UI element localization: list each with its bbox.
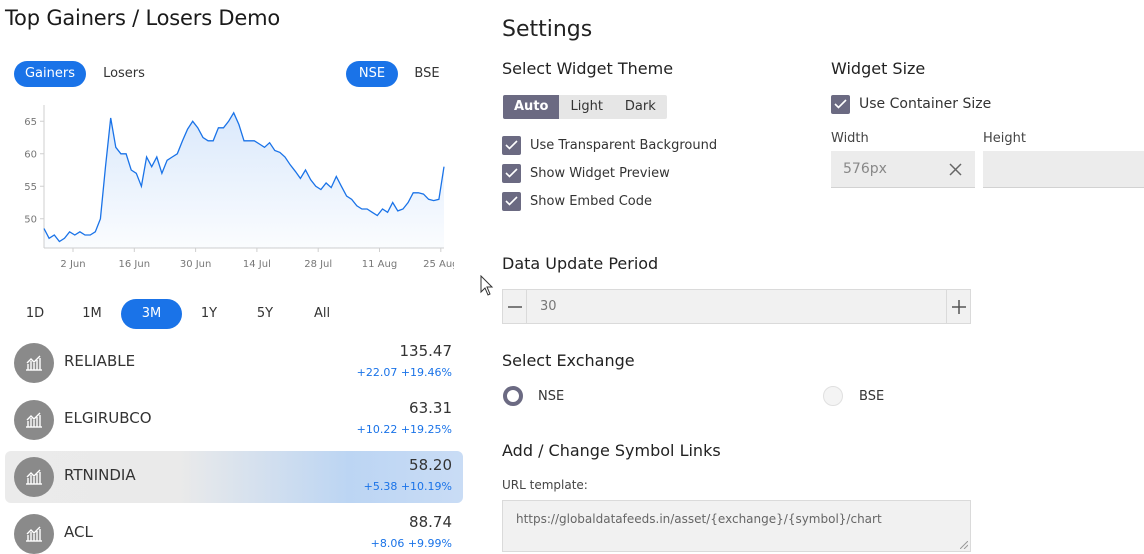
y-tick-label: 55 (24, 182, 37, 193)
theme-heading: Select Widget Theme (502, 59, 674, 78)
stock-symbol: RELIABLE (64, 352, 136, 370)
theme-light[interactable]: Light (559, 95, 613, 119)
stock-row[interactable]: ELGIRUBCO 63.31 +10.22 +19.25% (5, 394, 463, 446)
minus-icon (507, 305, 522, 308)
y-tick-label: 60 (24, 149, 37, 160)
widget-size-heading: Widget Size (831, 59, 926, 78)
width-field[interactable]: 576px (831, 151, 975, 188)
stock-change: +8.06 +9.99% (370, 537, 452, 550)
container-size-checkbox[interactable]: Use Container Size (831, 93, 991, 115)
tab-nse[interactable]: NSE (346, 61, 398, 87)
range-5y[interactable]: 5Y (245, 299, 285, 329)
stock-row[interactable]: ACL 88.74 +8.06 +9.99% (5, 508, 463, 554)
stock-symbol: ACL (64, 523, 93, 541)
settings-panel: Settings Select Widget Theme Auto Light … (502, 0, 1144, 554)
stock-row-highlighted[interactable]: RTNINDIA 58.20 +5.38 +10.19% (5, 451, 463, 503)
stock-symbol: RTNINDIA (64, 466, 136, 484)
stock-symbol: ELGIRUBCO (64, 409, 152, 427)
stock-price: 88.74 (409, 513, 452, 531)
tab-bse[interactable]: BSE (402, 61, 452, 87)
range-1d[interactable]: 1D (15, 299, 55, 329)
stock-price: 135.47 (399, 342, 453, 360)
range-3m[interactable]: 3M (121, 299, 182, 329)
transparent-bg-checkbox[interactable]: Use Transparent Background (502, 134, 717, 156)
check-icon (831, 94, 850, 114)
exchange-heading: Select Exchange (502, 351, 635, 370)
url-template-value: https://globaldatafeeds.in/asset/{exchan… (516, 512, 882, 526)
symbol-links-heading: Add / Change Symbol Links (502, 441, 721, 460)
update-period-stepper: 30 (502, 289, 971, 324)
height-field[interactable] (983, 151, 1144, 188)
stock-row[interactable]: RELIABLE 135.47 +22.07 +19.46% (5, 337, 463, 389)
x-axis: 2 Jun 16 Jun 30 Jun 14 Jul 28 Jul 11 Aug 25 Au… (44, 247, 454, 270)
price-chart: 65 60 55 50 2 Jun 16 Jun 30 Jun 14 Jul 28 Jul 11… (14, 100, 454, 280)
y-tick-label: 50 (24, 214, 37, 225)
url-template-label: URL template: (502, 478, 588, 492)
check-icon (502, 163, 521, 183)
x-tick-label: 25 Aug (423, 259, 454, 270)
update-period-heading: Data Update Period (502, 254, 659, 273)
widget-preview-panel: Top Gainers / Losers Demo Gainers Losers… (0, 0, 470, 554)
y-tick-label: 65 (24, 117, 37, 128)
widget-preview-checkbox[interactable]: Show Widget Preview (502, 162, 670, 184)
x-tick-label: 28 Jul (304, 259, 332, 270)
increment-button[interactable] (946, 290, 970, 323)
widget-title: Top Gainers / Losers Demo (5, 6, 281, 30)
x-tick-label: 30 Jun (180, 259, 212, 270)
exchange-bse-radio[interactable] (823, 386, 843, 406)
widget-preview-label: Show Widget Preview (530, 165, 670, 181)
height-label: Height (983, 131, 1026, 146)
range-1m[interactable]: 1M (72, 299, 112, 329)
stock-price: 63.31 (409, 399, 452, 417)
exchange-nse-radio[interactable] (503, 386, 523, 406)
embed-code-label: Show Embed Code (530, 193, 653, 209)
theme-dark[interactable]: Dark (614, 95, 667, 119)
update-period-value[interactable]: 30 (540, 299, 557, 314)
stock-chart-icon (14, 514, 54, 554)
settings-heading: Settings (502, 17, 593, 42)
width-value: 576px (843, 161, 887, 177)
width-label: Width (831, 131, 869, 146)
stock-change: +5.38 +10.19% (363, 480, 452, 493)
stock-chart-icon (14, 457, 54, 497)
stock-price: 58.20 (409, 456, 452, 474)
check-icon (502, 191, 521, 211)
decrement-button[interactable] (503, 290, 527, 323)
tab-losers[interactable]: Losers (90, 61, 158, 87)
exchange-nse-label: NSE (538, 389, 565, 404)
tab-gainers[interactable]: Gainers (14, 61, 86, 87)
resize-handle-icon[interactable] (960, 541, 968, 549)
stock-chart-icon (14, 400, 54, 440)
stock-chart-icon (14, 343, 54, 383)
url-template-input[interactable]: https://globaldatafeeds.in/asset/{exchan… (502, 500, 971, 552)
theme-auto[interactable]: Auto (503, 95, 560, 119)
x-tick-label: 2 Jun (60, 259, 85, 270)
embed-code-checkbox[interactable]: Show Embed Code (502, 190, 652, 212)
clear-icon[interactable] (949, 163, 962, 176)
x-tick-label: 16 Jun (119, 259, 151, 270)
range-1y[interactable]: 1Y (189, 299, 229, 329)
stock-change: +22.07 +19.46% (356, 366, 452, 379)
plus-icon (951, 299, 966, 314)
theme-selector: Auto Light Dark (503, 95, 667, 119)
exchange-bse-label: BSE (859, 389, 885, 404)
y-axis: 65 60 55 50 (24, 105, 45, 248)
container-size-label: Use Container Size (859, 96, 992, 112)
stock-change: +10.22 +19.25% (356, 423, 452, 436)
price-chart-svg: 65 60 55 50 2 Jun 16 Jun 30 Jun 14 Jul 28 Jul 11… (24, 105, 454, 270)
range-all[interactable]: All (302, 299, 342, 329)
x-tick-label: 11 Aug (362, 259, 397, 270)
mouse-pointer-icon (480, 275, 494, 296)
check-icon (502, 135, 521, 155)
x-tick-label: 14 Jul (243, 259, 271, 270)
transparent-bg-label: Use Transparent Background (530, 137, 718, 153)
